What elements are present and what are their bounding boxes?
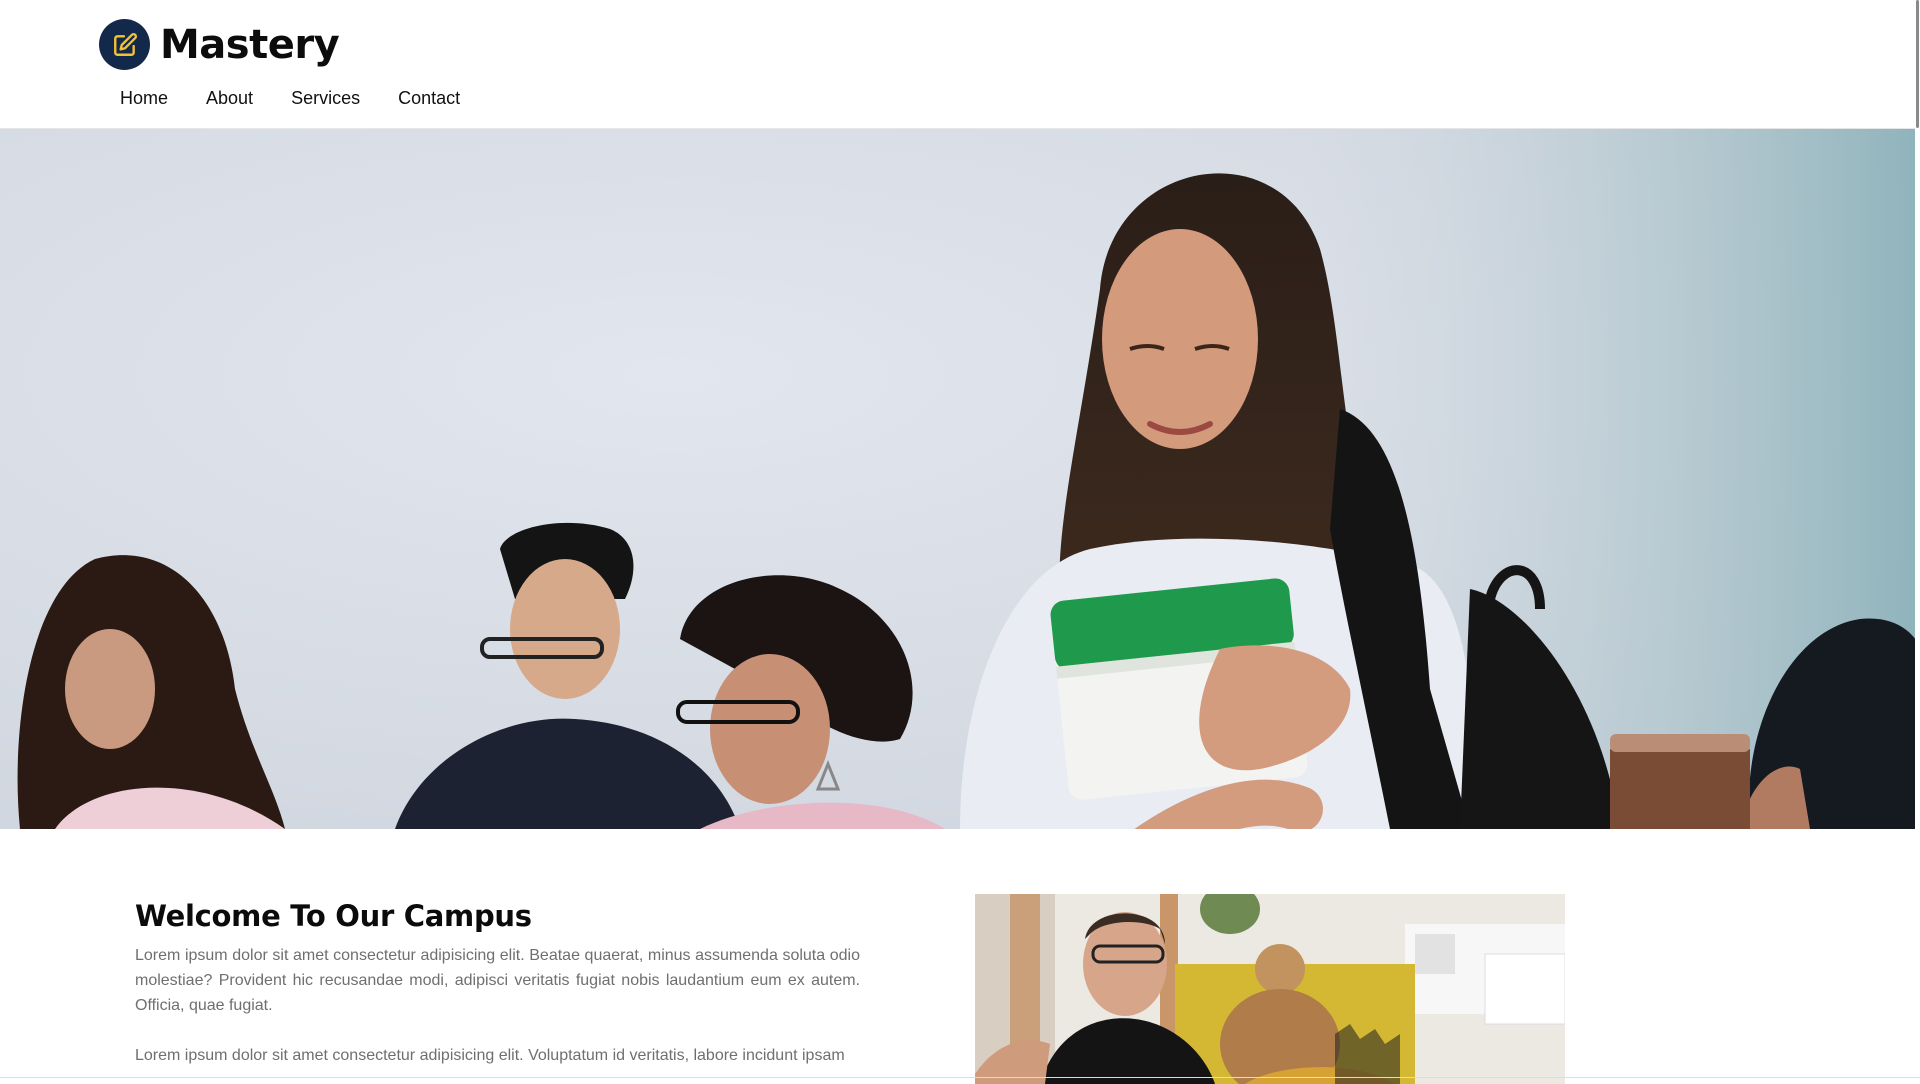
nav-contact[interactable]: Contact [398, 86, 460, 110]
campus-image [975, 894, 1565, 1084]
main-nav: Home About Services Contact [120, 86, 498, 110]
nav-home[interactable]: Home [120, 86, 168, 110]
brand-logo [99, 19, 150, 70]
hero-image [0, 129, 1920, 829]
brand-name: Mastery [160, 21, 340, 68]
divider [0, 1077, 1920, 1078]
page-scrollbar[interactable] [1915, 0, 1920, 1080]
edit-icon [113, 32, 137, 56]
site-header: Mastery Home About Services Contact [0, 0, 1920, 129]
welcome-title: Welcome To Our Campus [135, 899, 532, 933]
welcome-section: Welcome To Our Campus Lorem ipsum dolor … [135, 897, 860, 1068]
scrollbar-thumb[interactable] [1916, 0, 1919, 128]
welcome-paragraph-2: Lorem ipsum dolor sit amet consectetur a… [135, 1047, 845, 1064]
welcome-paragraph-1: Lorem ipsum dolor sit amet consectetur a… [135, 947, 860, 1014]
hero-banner [0, 129, 1920, 829]
campus-photo [975, 894, 1565, 1084]
nav-services[interactable]: Services [291, 86, 360, 110]
brand-logo-link[interactable]: Mastery [99, 19, 340, 70]
nav-about[interactable]: About [206, 86, 253, 110]
